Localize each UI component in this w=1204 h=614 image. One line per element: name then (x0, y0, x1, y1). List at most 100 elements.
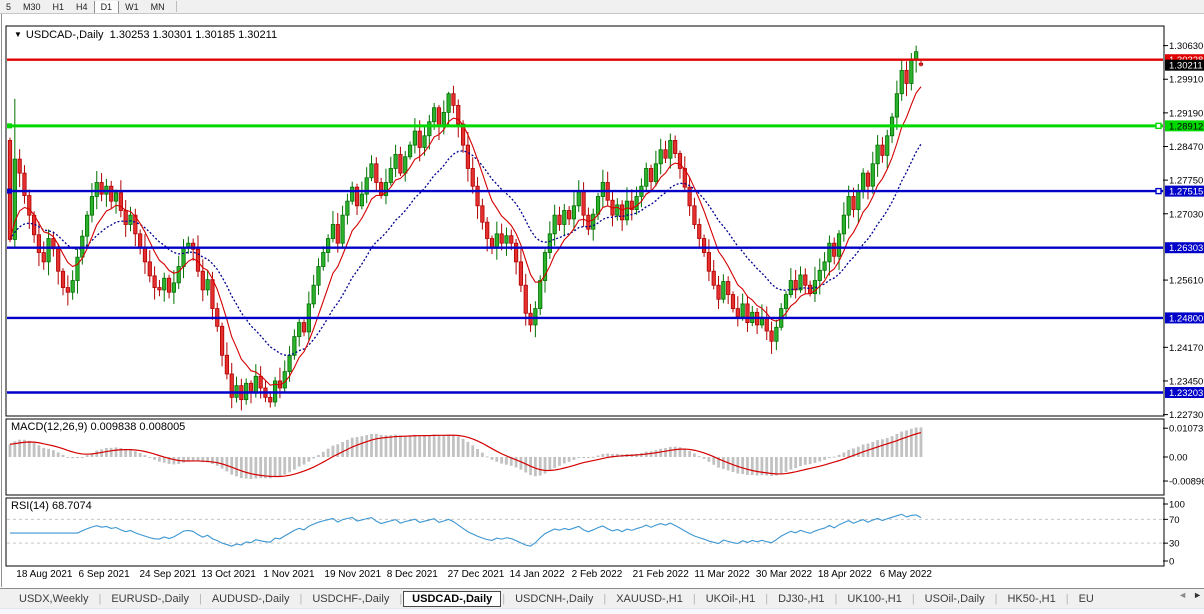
candle-body (172, 283, 175, 292)
macd-histogram-bar (42, 448, 45, 457)
candle-body (654, 164, 657, 182)
macd-histogram-bar (597, 456, 600, 457)
candle-body (510, 236, 513, 243)
macd-histogram-bar (886, 438, 889, 457)
rsi-value: 68.7074 (52, 500, 92, 512)
macd-histogram-bar (847, 450, 850, 457)
macd-histogram-bar (235, 457, 238, 476)
chart-canvas[interactable]: 1.306301.299101.291901.284701.277501.270… (0, 0, 1204, 613)
macd-histogram-bar (471, 445, 474, 457)
candle-body (61, 271, 64, 287)
candle-body (567, 210, 570, 218)
candle-body (331, 225, 334, 239)
candle-body (702, 239, 705, 253)
macd-histogram-bar (789, 457, 792, 470)
macd-histogram-bar (370, 434, 373, 457)
hline-handle[interactable] (7, 189, 12, 194)
chart-collapse-icon[interactable]: ▼ (14, 30, 22, 39)
macd-histogram-bar (558, 457, 561, 466)
candle-body (519, 262, 522, 285)
macd-histogram-bar (659, 449, 662, 457)
price-tick-label: 1.30630 (1169, 41, 1203, 52)
macd-histogram-bar (693, 453, 696, 457)
macd-histogram-bar (654, 450, 657, 457)
candle-body (857, 191, 860, 210)
macd-histogram-bar (794, 457, 797, 468)
candle-body (649, 168, 652, 181)
macd-histogram-bar (226, 457, 229, 471)
main-pane[interactable] (6, 26, 1164, 416)
macd-histogram-bar (409, 435, 412, 457)
candle-body (871, 164, 874, 186)
macd-histogram-bar (534, 457, 537, 476)
candle-body (847, 196, 850, 215)
candle-body (563, 210, 566, 224)
candle-body (360, 194, 363, 206)
candle-body (731, 295, 734, 309)
macd-histogram-bar (423, 435, 426, 457)
candle-body (37, 235, 40, 253)
hline-handle[interactable] (1156, 189, 1161, 194)
candle-body (481, 206, 484, 222)
macd-histogram-bar (52, 450, 55, 457)
macd-histogram-bar (192, 457, 195, 461)
macd-histogram-bar (317, 455, 320, 457)
candle-body (298, 323, 301, 337)
candle-body (375, 164, 378, 183)
macd-histogram-bar (712, 457, 715, 465)
candle-body (784, 295, 787, 309)
macd-histogram-bar (857, 447, 860, 457)
price-badge-label: 1.30211 (1169, 61, 1203, 72)
chart-ohlc-values: 1.30253 1.30301 1.30185 1.30211 (110, 29, 277, 41)
macd-histogram-bar (385, 435, 388, 457)
macd-histogram-bar (881, 439, 884, 457)
price-tick-label: 1.27750 (1169, 176, 1203, 187)
macd-histogram-bar (413, 435, 416, 457)
macd-tick-label: 0.00 (1169, 453, 1188, 464)
candle-body (789, 281, 792, 295)
date-tick-label: 30 Mar 2022 (756, 569, 812, 580)
tab-scroll-left-icon[interactable]: ◄ (1178, 590, 1187, 600)
macd-histogram-bar (495, 457, 498, 462)
macd-histogram-bar (780, 457, 783, 474)
candle-body (861, 173, 864, 191)
candle-body (269, 397, 272, 402)
candle-body (490, 239, 493, 247)
macd-histogram-bar (804, 457, 807, 465)
macd-histogram-bar (158, 457, 161, 462)
macd-histogram-bar (279, 457, 282, 476)
macd-histogram-bar (298, 457, 301, 467)
candle-body (336, 225, 339, 244)
macd-histogram-bar (240, 457, 243, 478)
macd-histogram-bar (332, 446, 335, 457)
rsi-pane[interactable] (6, 498, 1164, 566)
price-tick-label: 1.25610 (1169, 276, 1203, 287)
candle-body (592, 214, 595, 229)
macd-histogram-bar (491, 457, 494, 460)
tab-scroll-right-icon[interactable]: ► (1193, 590, 1202, 600)
macd-histogram-bar (404, 436, 407, 457)
candle-body (837, 234, 840, 256)
candle-body (505, 236, 508, 243)
candle-body (341, 215, 344, 243)
macd-histogram-bar (38, 445, 41, 457)
candle-body (500, 234, 503, 243)
macd-histogram-bar (467, 442, 470, 457)
candle-body (495, 234, 498, 247)
candle-body (206, 280, 209, 290)
candle-body (394, 154, 397, 168)
macd-histogram-bar (360, 436, 363, 457)
candle-body (201, 271, 204, 290)
candle-body (177, 267, 180, 283)
candle-body (881, 145, 884, 155)
hline-handle[interactable] (1156, 123, 1161, 128)
macd-histogram-bar (322, 452, 325, 457)
macd-histogram-bar (785, 457, 788, 472)
macd-histogram-bar (230, 457, 233, 475)
macd-histogram-bar (134, 451, 137, 457)
candle-body (95, 182, 98, 196)
hline-handle[interactable] (7, 123, 12, 128)
candle-body (432, 108, 435, 122)
candle-body (114, 193, 117, 201)
candle-body (138, 234, 141, 248)
